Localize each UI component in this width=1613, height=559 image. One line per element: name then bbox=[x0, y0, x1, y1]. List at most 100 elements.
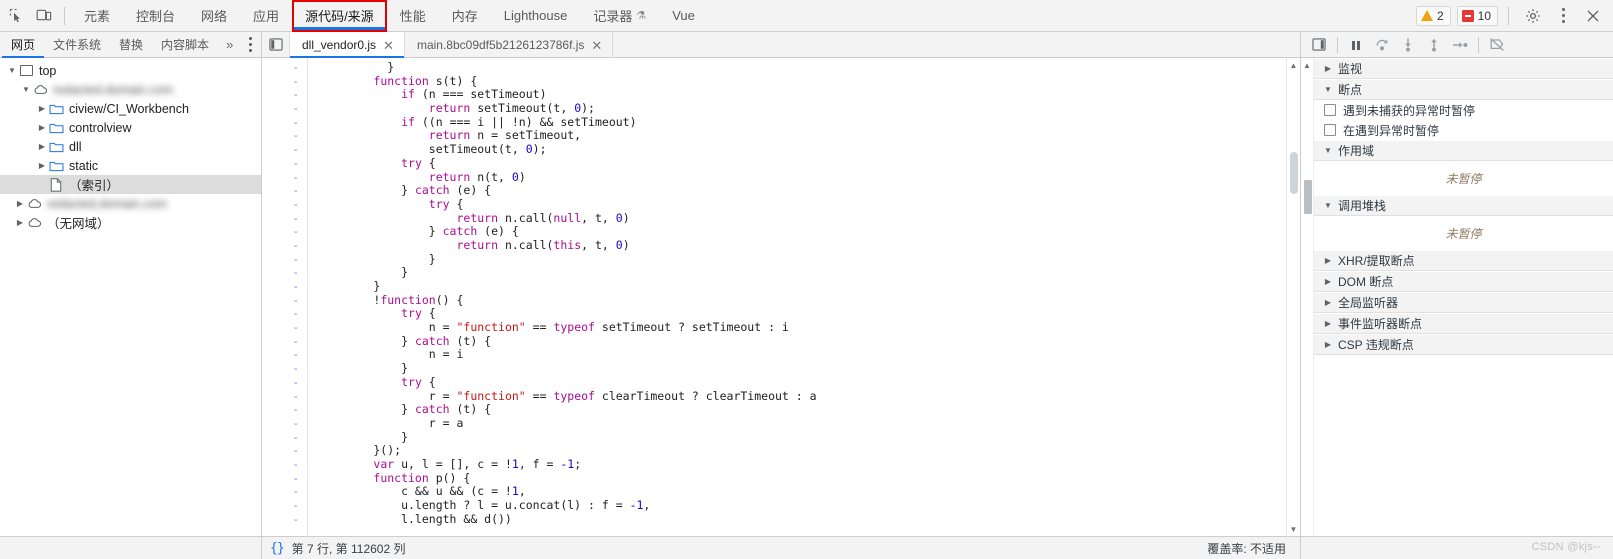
more-tabs-chevron-icon[interactable]: » bbox=[218, 37, 241, 52]
line-number[interactable]: - bbox=[262, 88, 307, 102]
tree-item-static[interactable]: ▶ static bbox=[0, 156, 261, 175]
navigator-tab-filesystem[interactable]: 文件系统 bbox=[44, 32, 110, 58]
tab-recorder[interactable]: 记录器 ⚗ bbox=[580, 0, 659, 32]
step-over-icon[interactable] bbox=[1370, 34, 1394, 56]
code-line[interactable]: } bbox=[318, 265, 1286, 280]
tree-item-no-domain[interactable]: ▶ （无网域） bbox=[0, 213, 261, 232]
section-global-listeners[interactable]: ▶ 全局监听器 bbox=[1314, 292, 1613, 313]
checkbox[interactable] bbox=[1324, 124, 1336, 136]
section-xhr-breakpoints[interactable]: ▶ XHR/提取断点 bbox=[1314, 250, 1613, 271]
device-toolbar-icon[interactable] bbox=[30, 3, 58, 29]
chevron-right-icon[interactable]: ▶ bbox=[14, 218, 26, 227]
source-code-editor[interactable]: ---------------------------------- } fun… bbox=[262, 58, 1300, 536]
code-line[interactable]: if (n === setTimeout) bbox=[318, 88, 1286, 102]
code-line[interactable]: } catch (t) { bbox=[318, 402, 1286, 417]
editor-vertical-scrollbar[interactable]: ▲ ▼ bbox=[1286, 58, 1300, 536]
line-number[interactable]: - bbox=[262, 61, 307, 75]
line-number[interactable]: - bbox=[262, 184, 307, 198]
kebab-menu-icon[interactable] bbox=[1549, 3, 1577, 29]
close-icon[interactable]: ✕ bbox=[383, 39, 394, 52]
code-line[interactable]: try { bbox=[318, 375, 1286, 390]
code-line[interactable]: try { bbox=[318, 197, 1286, 212]
tab-vue[interactable]: Vue bbox=[659, 0, 708, 32]
code-line[interactable]: } bbox=[318, 430, 1286, 445]
close-icon[interactable] bbox=[1579, 3, 1607, 29]
scrollbar-thumb[interactable] bbox=[1290, 152, 1298, 194]
line-number[interactable]: - bbox=[262, 75, 307, 89]
section-dom-breakpoints[interactable]: ▶ DOM 断点 bbox=[1314, 271, 1613, 292]
code-line[interactable]: l.length && d()) bbox=[318, 512, 1286, 527]
tab-performance[interactable]: 性能 bbox=[387, 0, 439, 32]
line-number[interactable]: - bbox=[262, 225, 307, 239]
code-line[interactable]: return setTimeout(t, 0); bbox=[318, 101, 1286, 116]
code-line[interactable]: n = "function" == typeof setTimeout ? se… bbox=[318, 320, 1286, 335]
line-number[interactable]: - bbox=[262, 348, 307, 362]
tree-item-ciview[interactable]: ▶ ciview/CI_Workbench bbox=[0, 99, 261, 118]
line-number[interactable]: - bbox=[262, 472, 307, 486]
tab-sources[interactable]: 源代码/来源 bbox=[292, 0, 387, 32]
navigator-tab-overrides[interactable]: 替换 bbox=[110, 32, 152, 58]
chevron-right-icon[interactable]: ▶ bbox=[36, 104, 48, 113]
line-number[interactable]: - bbox=[262, 390, 307, 404]
section-event-listener-breakpoints[interactable]: ▶ 事件监听器断点 bbox=[1314, 313, 1613, 334]
chevron-right-icon[interactable]: ▶ bbox=[36, 142, 48, 151]
tree-item-domain-2[interactable]: ▶ redacted.domain.com bbox=[0, 194, 261, 213]
code-line[interactable]: } catch (e) { bbox=[318, 183, 1286, 198]
line-number[interactable]: - bbox=[262, 157, 307, 171]
code-line[interactable]: if ((n === i || !n) && setTimeout) bbox=[318, 115, 1286, 130]
code-line[interactable]: } bbox=[318, 279, 1286, 294]
navigator-tab-content-scripts[interactable]: 内容脚本 bbox=[152, 32, 218, 58]
debugger-scrollbar[interactable]: ▲ bbox=[1301, 58, 1314, 536]
code-line[interactable]: u.length ? l = u.concat(l) : f = -1, bbox=[318, 498, 1286, 513]
pause-caught-exceptions-option[interactable]: 在遇到异常时暂停 bbox=[1314, 120, 1613, 140]
code-line[interactable]: return n = setTimeout, bbox=[318, 129, 1286, 143]
code-line[interactable]: try { bbox=[318, 307, 1286, 321]
close-icon[interactable]: ✕ bbox=[591, 39, 602, 52]
code-line[interactable]: return n.call(this, t, 0) bbox=[318, 238, 1286, 253]
tab-network[interactable]: 网络 bbox=[188, 0, 240, 32]
code-line[interactable]: } bbox=[318, 361, 1286, 376]
code-content[interactable]: } function s(t) { if (n === setTimeout) … bbox=[308, 58, 1286, 536]
tree-item-domain-1[interactable]: ▼ redacted.domain.com bbox=[0, 80, 261, 99]
tab-memory[interactable]: 内存 bbox=[439, 0, 491, 32]
warning-count-badge[interactable]: 2 bbox=[1415, 5, 1451, 26]
code-line[interactable]: } catch (t) { bbox=[318, 334, 1286, 349]
editor-tab-dll-vendor0[interactable]: dll_vendor0.js ✕ bbox=[290, 32, 405, 58]
step-out-icon[interactable] bbox=[1422, 34, 1446, 56]
line-number[interactable]: - bbox=[262, 253, 307, 267]
section-call-stack[interactable]: ▼ 调用堆栈 bbox=[1314, 195, 1613, 216]
code-line[interactable]: function s(t) { bbox=[318, 74, 1286, 89]
chevron-right-icon[interactable]: ▶ bbox=[36, 123, 48, 132]
line-number[interactable]: - bbox=[262, 294, 307, 308]
line-number[interactable]: - bbox=[262, 499, 307, 513]
chevron-down-icon[interactable]: ▼ bbox=[20, 85, 32, 94]
tab-application[interactable]: 应用 bbox=[240, 0, 292, 32]
code-line[interactable]: } bbox=[318, 60, 1286, 75]
line-number[interactable]: - bbox=[262, 266, 307, 280]
line-number[interactable]: - bbox=[262, 376, 307, 390]
pause-uncaught-exceptions-option[interactable]: 遇到未捕获的异常时暂停 bbox=[1314, 100, 1613, 120]
scrollbar-thumb[interactable] bbox=[1304, 180, 1312, 214]
code-line[interactable]: } catch (e) { bbox=[318, 224, 1286, 239]
tree-item-top[interactable]: ▼ top bbox=[0, 61, 261, 80]
step-into-icon[interactable] bbox=[1396, 34, 1420, 56]
line-number[interactable]: - bbox=[262, 239, 307, 253]
line-number[interactable]: - bbox=[262, 198, 307, 212]
pause-resume-icon[interactable] bbox=[1344, 34, 1368, 56]
section-csp-violation-breakpoints[interactable]: ▶ CSP 违规断点 bbox=[1314, 334, 1613, 355]
error-count-badge[interactable]: 10 bbox=[1456, 5, 1498, 26]
code-line[interactable]: }(); bbox=[318, 443, 1286, 458]
code-line[interactable]: n = i bbox=[318, 348, 1286, 362]
code-line[interactable]: r = "function" == typeof clearTimeout ? … bbox=[318, 389, 1286, 404]
line-number[interactable]: - bbox=[262, 417, 307, 431]
scroll-down-arrow-icon[interactable]: ▼ bbox=[1290, 522, 1298, 536]
line-number[interactable]: - bbox=[262, 280, 307, 294]
deactivate-breakpoints-icon[interactable] bbox=[1485, 34, 1509, 56]
show-navigator-icon[interactable] bbox=[262, 32, 290, 57]
line-number[interactable]: - bbox=[262, 116, 307, 130]
chevron-right-icon[interactable]: ▶ bbox=[36, 161, 48, 170]
code-line[interactable]: !function() { bbox=[318, 293, 1286, 308]
line-number[interactable]: - bbox=[262, 129, 307, 143]
line-number[interactable]: - bbox=[262, 171, 307, 185]
code-line[interactable]: function p() { bbox=[318, 471, 1286, 486]
